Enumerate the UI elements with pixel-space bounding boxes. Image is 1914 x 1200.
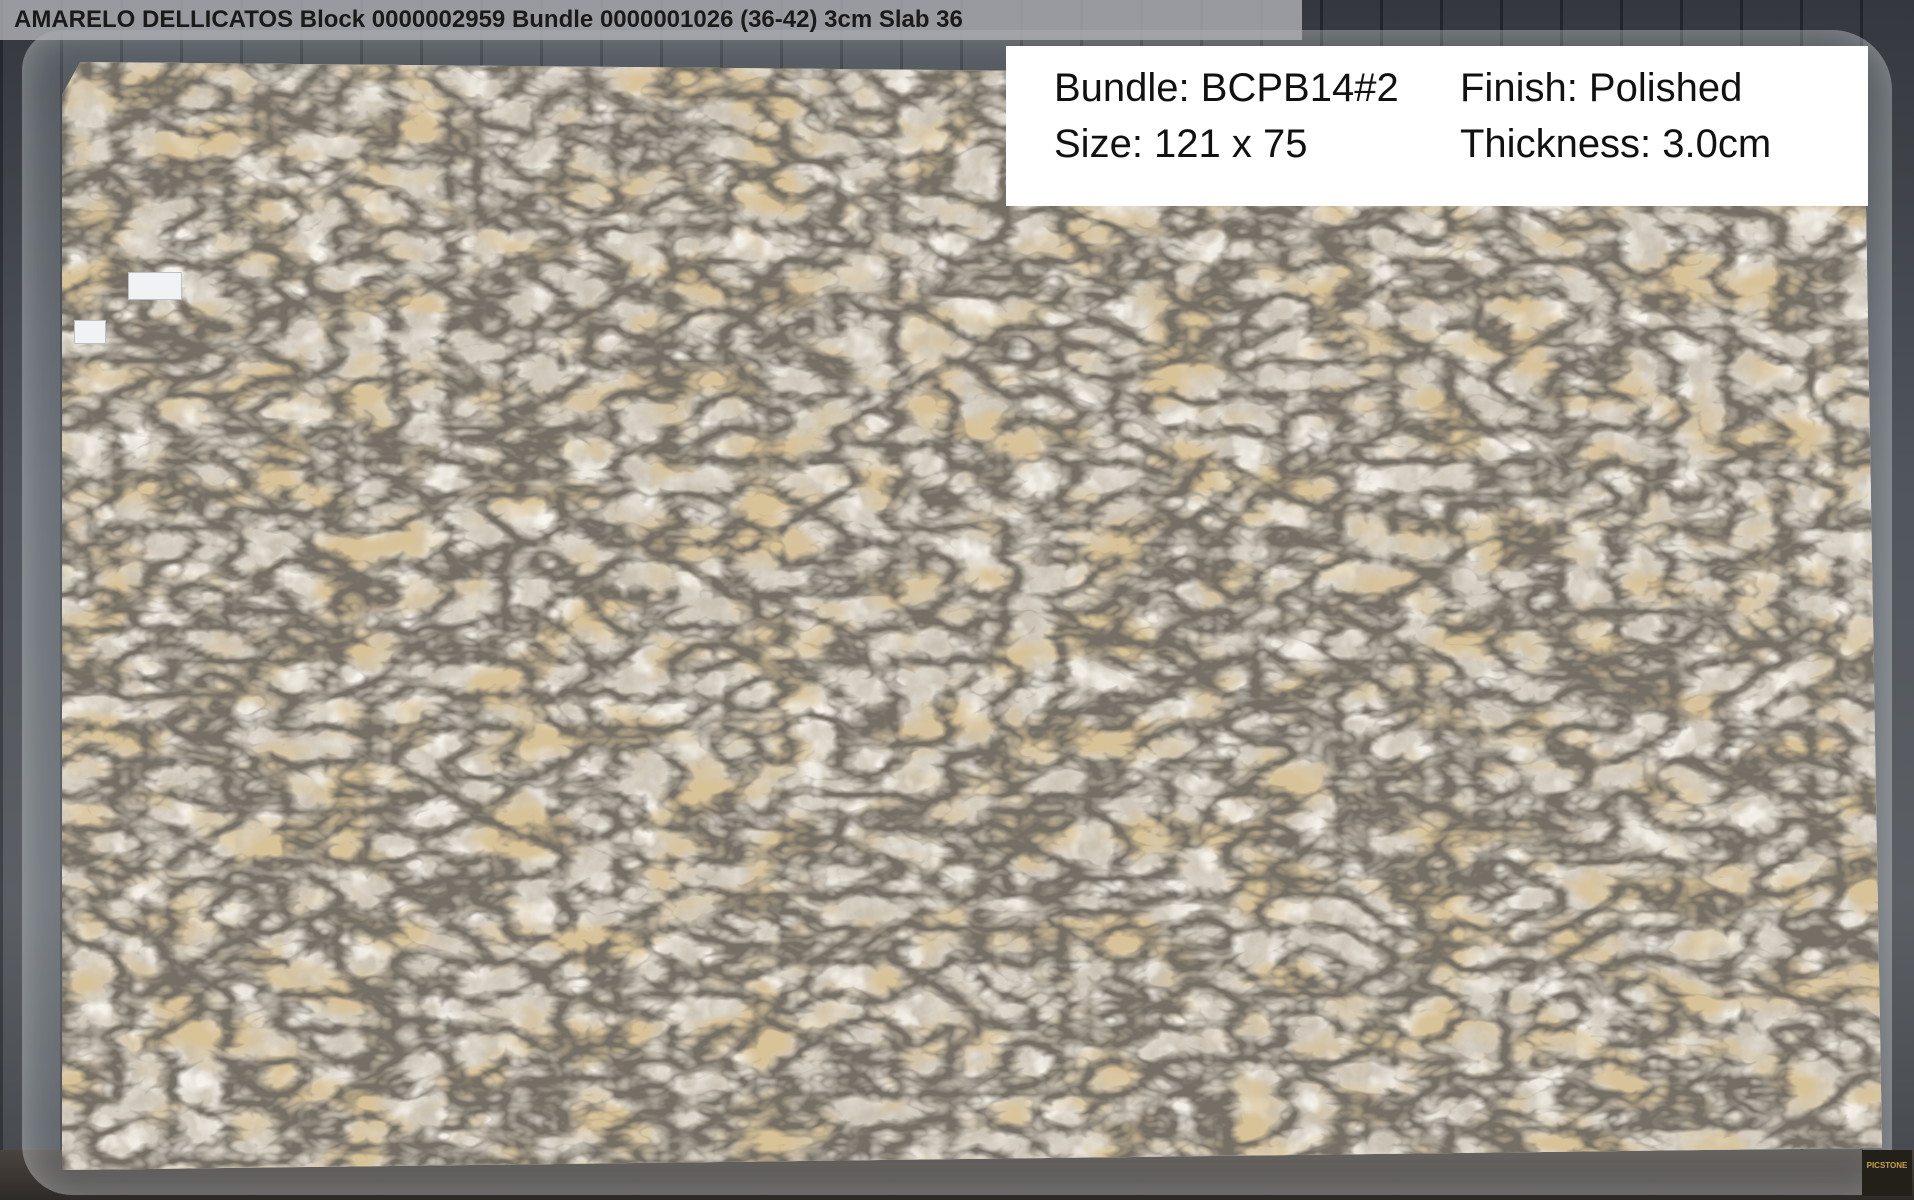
slab-sticker-label <box>128 272 182 300</box>
slab-info-panel: Bundle: BCPB14#2 Size: 121 x 75 Finish: … <box>1006 46 1868 206</box>
slab-dark-veins <box>62 62 1882 1170</box>
slab-title-bar: AMARELO DELLICATOS Block 0000002959 Bund… <box>0 0 1302 40</box>
bundle-label: Bundle: BCPB14#2 <box>1054 66 1399 110</box>
granite-slab-photo <box>62 62 1882 1170</box>
slab-title: AMARELO DELLICATOS Block 0000002959 Bund… <box>14 6 963 33</box>
granite-texture <box>62 62 1882 1170</box>
thickness-label: Thickness: 3.0cm <box>1460 122 1772 166</box>
size-label: Size: 121 x 75 <box>1054 122 1308 166</box>
finish-label: Finish: Polished <box>1460 66 1743 110</box>
brand-logo-text: PICSTONE <box>1866 1161 1908 1170</box>
slab-sticker-label-2 <box>74 320 106 344</box>
brand-logo: PICSTONE <box>1862 1150 1912 1196</box>
